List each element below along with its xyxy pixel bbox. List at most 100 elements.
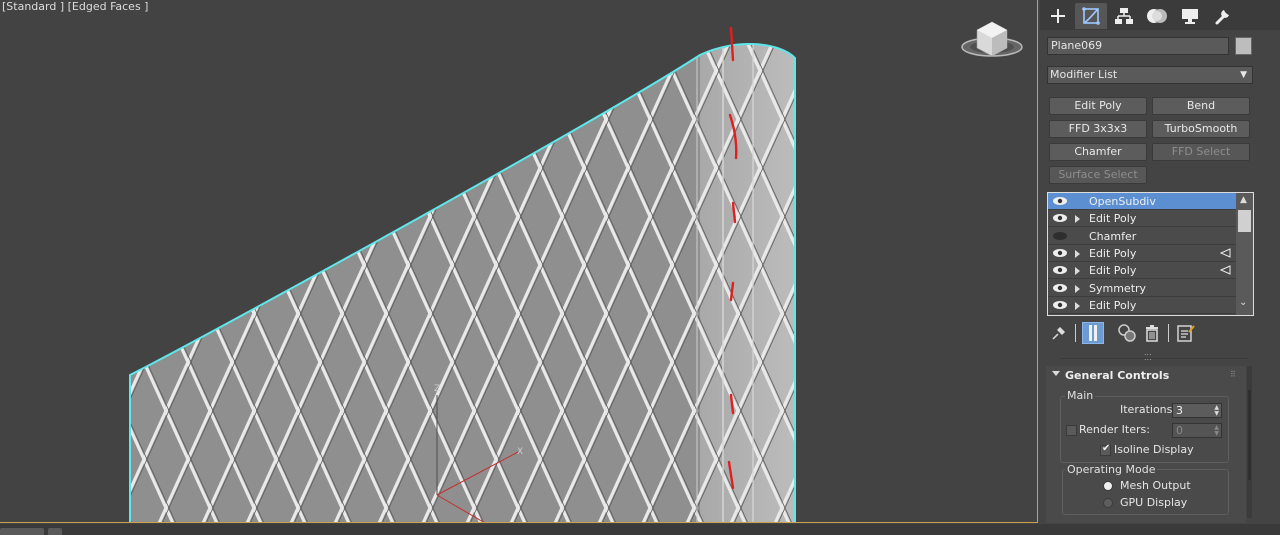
tab-create[interactable] <box>1042 3 1074 29</box>
wrench-icon <box>1215 10 1229 25</box>
isoline-display-label: Isoline Display <box>1114 443 1194 456</box>
eye-icon[interactable] <box>1052 265 1068 275</box>
strip-tab[interactable] <box>48 528 62 535</box>
expand-arrow-icon[interactable] <box>1075 249 1080 258</box>
make-unique-icon <box>1118 324 1136 342</box>
iterations-value: 3 <box>1176 404 1183 417</box>
expand-arrow-icon[interactable] <box>1075 284 1080 293</box>
eye-icon[interactable] <box>1052 196 1068 206</box>
stack-scrollbar[interactable]: ▲ ⌄ <box>1236 193 1253 315</box>
iterations-label: Iterations: <box>1120 403 1177 416</box>
stack-item[interactable]: Symmetry <box>1048 280 1236 297</box>
show-end-result-icon <box>1089 325 1097 341</box>
eye-icon[interactable] <box>1052 248 1068 258</box>
plus-icon <box>1051 9 1065 23</box>
mesh-output-label: Mesh Output <box>1120 479 1191 492</box>
edit-poly-button[interactable]: Edit Poly <box>1049 97 1147 115</box>
spinner-arrows-icon[interactable]: ▲ ▼ <box>1214 405 1219 417</box>
hierarchy-icon <box>1115 8 1133 24</box>
stack-item[interactable]: Edit Poly <box>1048 210 1236 228</box>
tab-display[interactable] <box>1174 3 1206 29</box>
mesh-output-radio[interactable] <box>1103 481 1113 491</box>
ffd-3x3x3-button[interactable]: FFD 3x3x3 <box>1049 120 1147 138</box>
make-unique-button[interactable] <box>1116 322 1138 344</box>
render-iters-value: 0 <box>1176 424 1183 437</box>
pin-stack-button[interactable] <box>1048 322 1070 344</box>
panel-divider[interactable] <box>1060 358 1248 359</box>
isoline-display-checkbox[interactable] <box>1100 443 1111 456</box>
stack-item[interactable]: Edit Poly <box>1048 245 1236 262</box>
configure-modifier-sets-button[interactable] <box>1175 322 1197 344</box>
viewport-label[interactable]: [Standard ] [Edged Faces ] <box>2 0 148 13</box>
stack-item-label: Edit Poly <box>1089 246 1137 260</box>
remove-modifier-button[interactable] <box>1141 322 1163 344</box>
stack-item-label: Chamfer <box>1089 229 1137 243</box>
expand-arrow-icon[interactable] <box>1075 215 1080 224</box>
modify-icon <box>1082 7 1100 25</box>
display-icon <box>1182 9 1198 24</box>
rollout-title[interactable]: General Controls <box>1065 369 1169 382</box>
expand-arrow-icon[interactable] <box>1075 267 1080 276</box>
chamfer-button[interactable]: Chamfer <box>1049 143 1147 161</box>
mesh-view: Z X <box>129 21 1023 522</box>
modifier-stack[interactable]: OpenSubdiv Edit Poly Chamfer Edit Poly Edit … <box>1047 192 1254 316</box>
stack-item-label: Edit Poly <box>1089 212 1137 226</box>
turbosmooth-button[interactable]: TurboSmooth <box>1152 120 1250 138</box>
rollout-grip-icon[interactable]: ⠿ <box>1230 370 1236 379</box>
configure-modifier-sets-icon <box>1177 325 1195 342</box>
subobject-triangle-icon <box>1220 248 1231 258</box>
toolbar-separator <box>1168 324 1169 342</box>
strip-tab[interactable] <box>0 528 44 535</box>
bend-button[interactable]: Bend <box>1152 97 1250 115</box>
scroll-down-icon[interactable]: ⌄ <box>1239 297 1247 308</box>
operating-mode-label: Operating Mode <box>1065 463 1158 476</box>
stack-item-label: Edit Poly <box>1089 298 1137 312</box>
render-iters-label: Render Iters: <box>1079 423 1150 436</box>
stack-item[interactable]: OpenSubdiv <box>1048 193 1236 210</box>
pin-stack-icon <box>1052 327 1065 340</box>
tab-motion[interactable] <box>1141 3 1173 29</box>
render-iters-checkbox[interactable] <box>1066 425 1077 436</box>
gpu-display-radio[interactable] <box>1103 498 1113 508</box>
viewcube-icon <box>961 21 1023 57</box>
remove-modifier-icon <box>1146 325 1158 342</box>
surface-select-button[interactable]: Surface Select <box>1049 166 1147 184</box>
svg-text:Z: Z <box>434 384 440 394</box>
stack-item[interactable]: Chamfer <box>1048 228 1236 245</box>
tab-modify[interactable] <box>1075 3 1107 29</box>
scrollbar-thumb[interactable] <box>1238 210 1251 232</box>
stack-item-label: Edit Poly <box>1089 264 1137 278</box>
object-name-field[interactable]: Plane069 <box>1047 37 1229 55</box>
modifier-list-label: Modifier List <box>1050 68 1118 81</box>
expand-arrow-icon[interactable] <box>1075 301 1080 310</box>
stack-item-label: Symmetry <box>1089 281 1147 295</box>
scroll-up-icon[interactable]: ▲ <box>1240 195 1247 205</box>
eye-icon[interactable] <box>1052 213 1068 223</box>
render-iters-spinner[interactable]: 0 ▲ ▼ <box>1172 423 1222 438</box>
ffd-select-button[interactable]: FFD Select <box>1152 143 1250 161</box>
divider-grip-icon[interactable]: ⁚⁚⁚ <box>1144 353 1152 362</box>
show-end-result-button[interactable] <box>1082 322 1104 344</box>
tab-hierarchy[interactable] <box>1108 3 1140 29</box>
command-panel-tabs <box>1040 0 1280 30</box>
toolbar-separator <box>1075 324 1076 342</box>
eye-icon[interactable] <box>1052 283 1068 293</box>
gpu-display-label: GPU Display <box>1120 496 1188 509</box>
perspective-viewport[interactable]: Z X [Standard ] [Edged Faces ] <box>0 0 1038 523</box>
iterations-spinner[interactable]: 3 ▲ ▼ <box>1172 403 1222 418</box>
eye-icon[interactable] <box>1052 300 1068 310</box>
svg-text:X: X <box>517 447 523 457</box>
object-color-swatch[interactable] <box>1235 37 1252 55</box>
spinner-arrows-icon[interactable]: ▲ ▼ <box>1214 425 1219 437</box>
main-group-label: Main <box>1065 389 1096 402</box>
rollout-collapse-icon[interactable] <box>1052 371 1060 376</box>
dropdown-arrow-icon: ▼ <box>1240 70 1247 80</box>
motion-icon <box>1147 9 1167 23</box>
tab-utilities[interactable] <box>1207 3 1239 29</box>
stack-item[interactable]: Edit Poly <box>1048 297 1236 314</box>
modifier-list-dropdown[interactable]: Modifier List ▼ <box>1047 66 1253 84</box>
stack-item[interactable]: Edit Poly <box>1048 262 1236 280</box>
status-strip <box>0 524 1280 535</box>
eye-off-icon[interactable] <box>1052 231 1068 241</box>
panel-scrollbar-thumb[interactable] <box>1248 390 1251 480</box>
